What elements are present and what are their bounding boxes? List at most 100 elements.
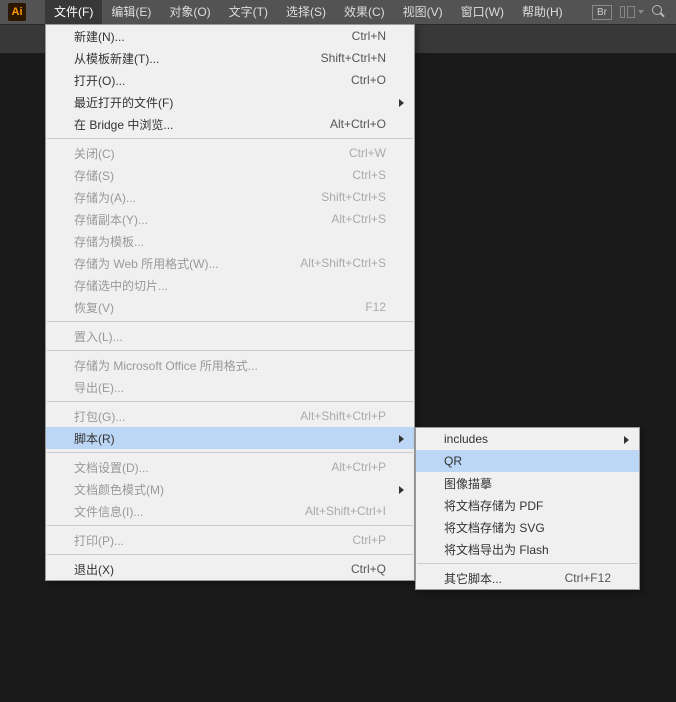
file-menu-item-label: 退出(X) bbox=[74, 561, 351, 578]
file-menu-item-shortcut: Ctrl+N bbox=[352, 29, 386, 43]
file-menu-item-shortcut: Ctrl+S bbox=[352, 168, 386, 182]
file-menu-item-17: 存储为 Microsoft Office 所用格式... bbox=[46, 354, 414, 376]
file-menu-item-label: 存储选中的切片... bbox=[74, 277, 386, 294]
menubar: 文件(F)编辑(E)对象(O)文字(T)选择(S)效果(C)视图(V)窗口(W)… bbox=[0, 0, 676, 24]
file-menu-separator bbox=[47, 321, 413, 322]
file-menu-item-label: 最近打开的文件(F) bbox=[74, 94, 386, 111]
script-menu-item-7[interactable]: 其它脚本...Ctrl+F12 bbox=[416, 567, 639, 589]
file-menu-item-9: 存储副本(Y)...Alt+Ctrl+S bbox=[46, 208, 414, 230]
app-icon-text: Ai bbox=[12, 6, 23, 18]
file-menu-item-shortcut: Ctrl+W bbox=[349, 146, 386, 160]
file-menu-item-8: 存储为(A)...Shift+Ctrl+S bbox=[46, 186, 414, 208]
file-menu-item-23: 文档设置(D)...Alt+Ctrl+P bbox=[46, 456, 414, 478]
file-menu-item-shortcut: F12 bbox=[365, 300, 386, 314]
script-menu-item-5[interactable]: 将文档导出为 Flash bbox=[416, 538, 639, 560]
file-menu-item-label: 导出(E)... bbox=[74, 379, 386, 396]
file-menu-item-label: 打包(G)... bbox=[74, 408, 300, 425]
menubar-item-5[interactable]: 效果(C) bbox=[335, 0, 394, 24]
file-menu-item-label: 打开(O)... bbox=[74, 72, 351, 89]
file-menu-item-label: 新建(N)... bbox=[74, 28, 352, 45]
file-menu-separator bbox=[47, 554, 413, 555]
file-menu-separator bbox=[47, 452, 413, 453]
file-menu-item-2[interactable]: 打开(O)...Ctrl+O bbox=[46, 69, 414, 91]
file-menu-item-label: 存储副本(Y)... bbox=[74, 211, 331, 228]
file-menu-item-label: 文档设置(D)... bbox=[74, 459, 331, 476]
file-menu-item-12: 存储选中的切片... bbox=[46, 274, 414, 296]
file-menu-item-shortcut: Alt+Ctrl+P bbox=[331, 460, 386, 474]
file-menu-dropdown: 新建(N)...Ctrl+N从模板新建(T)...Shift+Ctrl+N打开(… bbox=[45, 24, 415, 581]
script-menu-item-label: 将文档存储为 PDF bbox=[444, 497, 611, 514]
script-menu-item-4[interactable]: 将文档存储为 SVG bbox=[416, 516, 639, 538]
file-menu-item-24: 文档颜色模式(M) bbox=[46, 478, 414, 500]
script-submenu-dropdown: includes QR 图像描摹将文档存储为 PDF 将文档存储为 SVG 将文档导出为… bbox=[415, 427, 640, 590]
script-menu-item-label: 其它脚本... bbox=[444, 570, 565, 587]
file-menu-item-4[interactable]: 在 Bridge 中浏览...Alt+Ctrl+O bbox=[46, 113, 414, 135]
file-menu-item-shortcut: Ctrl+P bbox=[352, 533, 386, 547]
file-menu-item-27: 打印(P)...Ctrl+P bbox=[46, 529, 414, 551]
script-menu-item-2[interactable]: 图像描摹 bbox=[416, 472, 639, 494]
file-menu-item-shortcut: Shift+Ctrl+S bbox=[321, 190, 386, 204]
bridge-icon[interactable]: Br bbox=[592, 5, 612, 20]
script-menu-item-label: 将文档导出为 Flash bbox=[444, 541, 611, 558]
file-menu-item-label: 存储(S) bbox=[74, 167, 352, 184]
file-menu-item-label: 打印(P)... bbox=[74, 532, 352, 549]
file-menu-item-10: 存储为模板... bbox=[46, 230, 414, 252]
menubar-right: Br bbox=[592, 4, 676, 20]
script-menu-item-1[interactable]: QR bbox=[416, 450, 639, 472]
file-menu-item-label: 文档颜色模式(M) bbox=[74, 481, 386, 498]
file-menu-item-label: 文件信息(I)... bbox=[74, 503, 305, 520]
menubar-item-4[interactable]: 选择(S) bbox=[277, 0, 335, 24]
menubar-item-0[interactable]: 文件(F) bbox=[45, 0, 102, 24]
menubar-item-6[interactable]: 视图(V) bbox=[394, 0, 452, 24]
file-menu-item-3[interactable]: 最近打开的文件(F) bbox=[46, 91, 414, 113]
file-menu-item-label: 恢复(V) bbox=[74, 299, 365, 316]
file-menu-item-shortcut: Ctrl+O bbox=[351, 73, 386, 87]
script-menu-item-label: 将文档存储为 SVG bbox=[444, 519, 611, 536]
file-menu-item-shortcut: Shift+Ctrl+N bbox=[321, 51, 386, 65]
file-menu-item-shortcut: Alt+Ctrl+O bbox=[330, 117, 386, 131]
file-menu-item-15: 置入(L)... bbox=[46, 325, 414, 347]
file-menu-item-label: 在 Bridge 中浏览... bbox=[74, 116, 330, 133]
script-menu-item-0[interactable]: includes bbox=[416, 428, 639, 450]
file-menu-item-label: 从模板新建(T)... bbox=[74, 50, 321, 67]
file-menu-item-shortcut: Alt+Shift+Ctrl+I bbox=[305, 504, 386, 518]
file-menu-item-29[interactable]: 退出(X)Ctrl+Q bbox=[46, 558, 414, 580]
file-menu-item-label: 关闭(C) bbox=[74, 145, 349, 162]
menubar-item-8[interactable]: 帮助(H) bbox=[513, 0, 572, 24]
file-menu-separator bbox=[47, 401, 413, 402]
file-menu-item-25: 文件信息(I)...Alt+Shift+Ctrl+I bbox=[46, 500, 414, 522]
script-menu-item-3[interactable]: 将文档存储为 PDF bbox=[416, 494, 639, 516]
file-menu-item-0[interactable]: 新建(N)...Ctrl+N bbox=[46, 25, 414, 47]
file-menu-item-1[interactable]: 从模板新建(T)...Shift+Ctrl+N bbox=[46, 47, 414, 69]
file-menu-item-shortcut: Alt+Shift+Ctrl+S bbox=[300, 256, 386, 270]
script-menu-item-label: 图像描摹 bbox=[444, 475, 611, 492]
menubar-item-2[interactable]: 对象(O) bbox=[160, 0, 219, 24]
script-menu-item-label: includes bbox=[444, 432, 611, 446]
menubar-item-1[interactable]: 编辑(E) bbox=[102, 0, 160, 24]
file-menu-item-11: 存储为 Web 所用格式(W)...Alt+Shift+Ctrl+S bbox=[46, 252, 414, 274]
file-menu-separator bbox=[47, 350, 413, 351]
file-menu-item-label: 存储为(A)... bbox=[74, 189, 321, 206]
file-menu-item-shortcut: Ctrl+Q bbox=[351, 562, 386, 576]
script-menu-item-label: QR bbox=[444, 454, 611, 468]
search-icon[interactable] bbox=[652, 5, 666, 19]
file-menu-item-label: 存储为模板... bbox=[74, 233, 386, 250]
menubar-item-3[interactable]: 文字(T) bbox=[220, 0, 277, 24]
file-menu-item-shortcut: Alt+Ctrl+S bbox=[331, 212, 386, 226]
app-icon: Ai bbox=[8, 3, 26, 21]
file-menu-item-21[interactable]: 脚本(R) bbox=[46, 427, 414, 449]
file-menu-item-6: 关闭(C)Ctrl+W bbox=[46, 142, 414, 164]
file-menu-item-13: 恢复(V)F12 bbox=[46, 296, 414, 318]
script-menu-separator bbox=[417, 563, 638, 564]
menubar-item-7[interactable]: 窗口(W) bbox=[452, 0, 513, 24]
file-menu-item-label: 脚本(R) bbox=[74, 430, 386, 447]
file-menu-item-18: 导出(E)... bbox=[46, 376, 414, 398]
file-menu-item-shortcut: Alt+Shift+Ctrl+P bbox=[300, 409, 386, 423]
layout-icon[interactable] bbox=[620, 4, 644, 20]
file-menu-item-label: 存储为 Microsoft Office 所用格式... bbox=[74, 357, 386, 374]
file-menu-item-label: 置入(L)... bbox=[74, 328, 386, 345]
file-menu-item-7: 存储(S)Ctrl+S bbox=[46, 164, 414, 186]
file-menu-separator bbox=[47, 138, 413, 139]
file-menu-separator bbox=[47, 525, 413, 526]
file-menu-item-20: 打包(G)...Alt+Shift+Ctrl+P bbox=[46, 405, 414, 427]
